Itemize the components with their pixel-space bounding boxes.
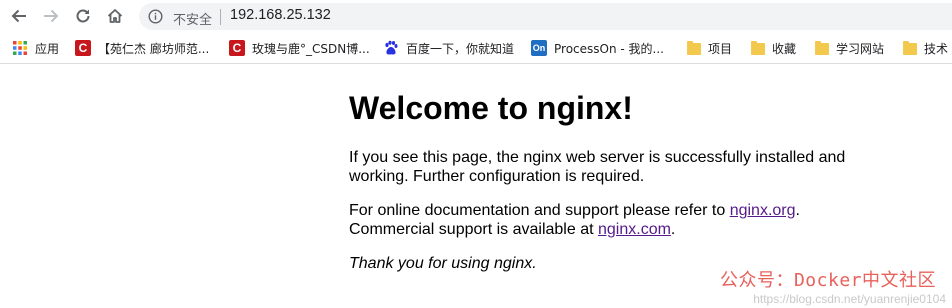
- commercial-text: Commercial support is available at: [349, 221, 598, 238]
- browser-toolbar: 不安全 192.168.25.132: [0, 0, 952, 33]
- folder-icon: [687, 41, 701, 55]
- docs-period: .: [795, 202, 800, 219]
- bookmark-label: 技术: [924, 41, 949, 56]
- back-arrow-icon[interactable]: [8, 5, 30, 27]
- bookmark-folder[interactable]: 学习网站: [815, 39, 884, 57]
- page-title: Welcome to nginx!: [349, 90, 633, 126]
- info-icon[interactable]: [148, 9, 163, 28]
- url-text[interactable]: 192.168.25.132: [230, 7, 331, 23]
- bookmark-label: 百度一下，你就知道: [406, 41, 515, 56]
- address-bar[interactable]: 不安全 192.168.25.132: [139, 3, 952, 30]
- nginx-com-link[interactable]: nginx.com: [598, 221, 671, 238]
- bookmarks-bar: 应用 C 【苑仁杰 廊坊师范... C 玫瑰与鹿°_CSDN博... 百度一下，…: [0, 33, 952, 64]
- bookmark-label: 应用: [35, 41, 60, 56]
- commercial-period: .: [670, 221, 676, 238]
- apps-grid-icon: [12, 40, 28, 56]
- security-status[interactable]: 不安全: [173, 9, 212, 28]
- bookmark-folder[interactable]: 收藏: [751, 39, 796, 57]
- folder-icon: [903, 41, 917, 55]
- docs-text: For online documentation and support ple…: [349, 202, 730, 219]
- bookmark-item[interactable]: C 【苑仁杰 廊坊师范...: [75, 39, 209, 57]
- bookmark-label: 【苑仁杰 廊坊师范...: [98, 41, 210, 56]
- intro-paragraph: If you see this page, the nginx web serv…: [349, 149, 846, 185]
- bookmark-item[interactable]: C 玫瑰与鹿°_CSDN博...: [229, 39, 370, 57]
- csdn-icon: C: [75, 40, 91, 56]
- forward-arrow-icon[interactable]: [40, 5, 62, 27]
- baidu-paw-icon: [383, 40, 399, 56]
- bookmark-item[interactable]: On ProcessOn - 我的...: [531, 39, 664, 57]
- separator: [220, 9, 221, 25]
- folder-icon: [815, 41, 829, 55]
- bookmark-folder[interactable]: 项目: [687, 39, 732, 57]
- csdn-icon: C: [229, 40, 245, 56]
- bookmark-item[interactable]: 百度一下，你就知道: [383, 39, 514, 57]
- thanks-text: Thank you for using nginx.: [349, 255, 537, 272]
- nginx-org-link[interactable]: nginx.org: [730, 202, 796, 219]
- bookmark-label: 学习网站: [836, 41, 885, 56]
- bookmark-folder[interactable]: 技术: [903, 39, 948, 57]
- reload-icon[interactable]: [72, 5, 94, 27]
- faint-watermark: https://blog.csdn.net/yuanrenjie0104: [753, 292, 946, 306]
- bookmark-label: ProcessOn - 我的...: [554, 41, 664, 56]
- watermark: 公众号：Docker中文社区: [719, 270, 936, 291]
- bookmark-label: 项目: [708, 41, 733, 56]
- bookmark-label: 收藏: [772, 41, 797, 56]
- home-icon[interactable]: [104, 5, 126, 27]
- docs-paragraph: For online documentation and support ple…: [349, 201, 869, 239]
- page-content: Welcome to nginx! If you see this page, …: [349, 85, 869, 273]
- processon-icon: On: [531, 40, 547, 56]
- folder-icon: [751, 41, 765, 55]
- bookmark-apps[interactable]: 应用: [12, 39, 59, 57]
- bookmark-label: 玫瑰与鹿°_CSDN博...: [252, 41, 370, 56]
